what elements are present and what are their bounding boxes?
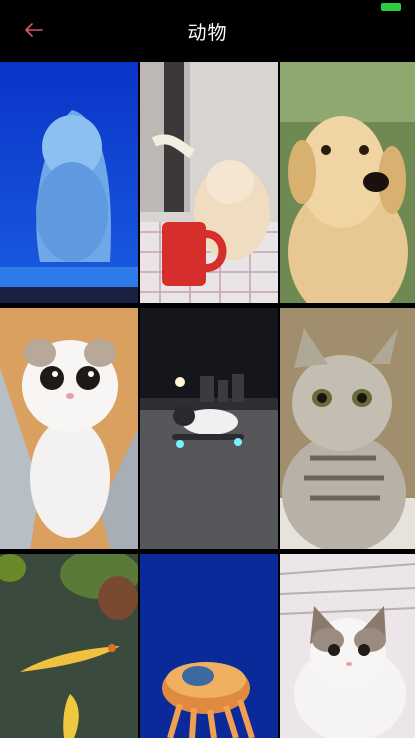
ragdoll-kitten-thumbnail-image [280, 554, 415, 738]
video-thumbnail-puppy[interactable] [280, 62, 415, 303]
koi-thumbnail-image [0, 554, 138, 738]
navigation-bar: 动物 [0, 10, 415, 50]
video-thumbnail-tabby-cat[interactable] [280, 308, 415, 549]
video-grid [0, 62, 415, 738]
video-thumbnail-skateboard-dog[interactable] [140, 308, 278, 549]
tabby-cat-thumbnail-image [280, 308, 415, 549]
cat-mug-thumbnail-image [140, 62, 278, 303]
white-kitten-thumbnail-image [0, 308, 138, 549]
skateboard-dog-thumbnail-image [140, 308, 278, 549]
jellyfish-thumbnail-image [140, 554, 278, 738]
page-title: 动物 [187, 22, 228, 44]
video-thumbnail-white-kitten[interactable] [0, 308, 138, 549]
beluga-thumbnail-image [0, 62, 138, 303]
video-thumbnail-beluga[interactable] [0, 62, 138, 303]
puppy-thumbnail-image [280, 62, 415, 303]
video-thumbnail-koi[interactable] [0, 554, 138, 738]
video-thumbnail-cat-mug[interactable] [140, 62, 278, 303]
video-thumbnail-jellyfish[interactable] [140, 554, 278, 738]
video-thumbnail-ragdoll-kitten[interactable] [280, 554, 415, 738]
